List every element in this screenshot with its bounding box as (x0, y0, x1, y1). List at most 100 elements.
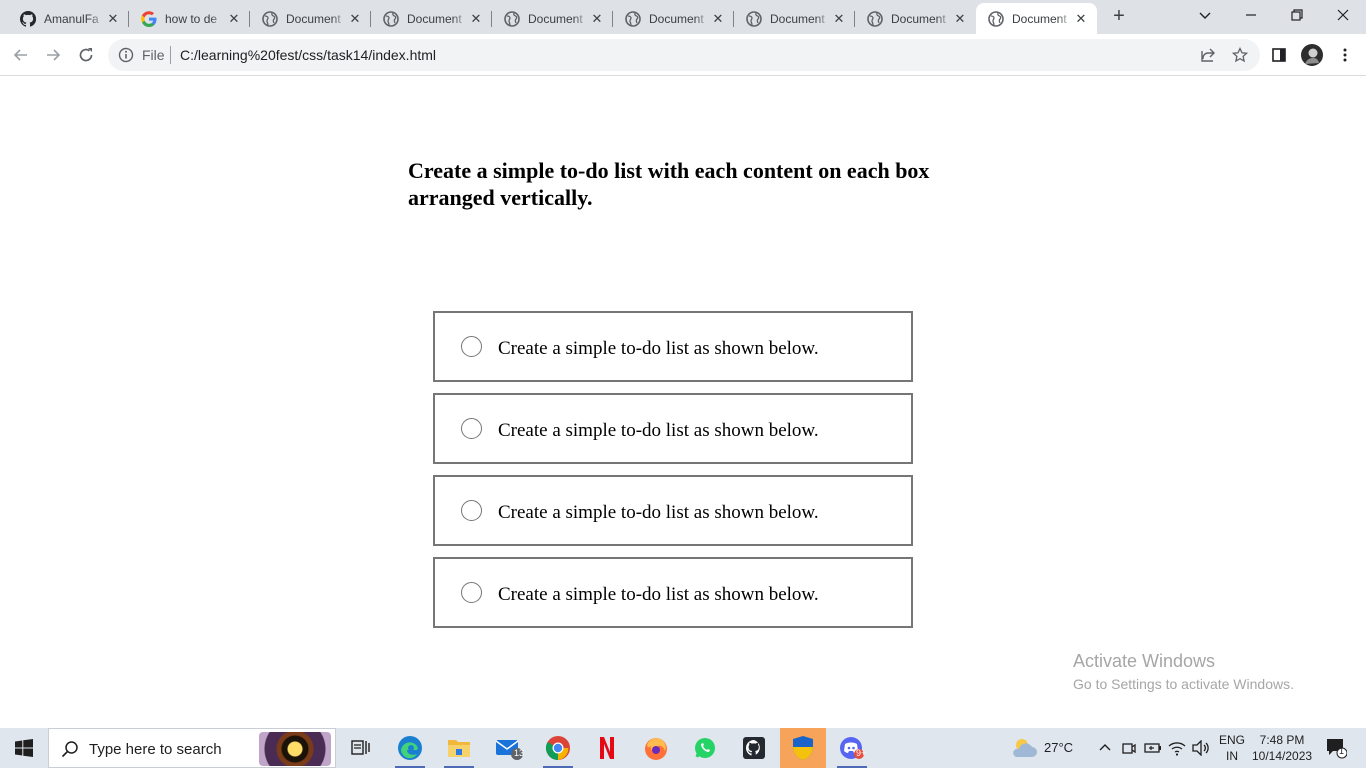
firefox-app[interactable] (633, 728, 679, 768)
reload-button[interactable] (74, 43, 98, 67)
avatar (1301, 44, 1323, 66)
mail-app[interactable]: 13 (486, 728, 532, 768)
edge-app[interactable] (387, 728, 433, 768)
whatsapp-icon (695, 738, 715, 758)
github-desktop-app[interactable] (731, 728, 777, 768)
netflix-app[interactable] (584, 728, 630, 768)
side-panel-button[interactable] (1267, 43, 1291, 67)
close-icon[interactable]: ✕ (105, 11, 121, 27)
bookmark-star-icon[interactable] (1232, 47, 1248, 63)
chevron-down-icon (1199, 12, 1211, 19)
todo-radio[interactable] (461, 418, 482, 439)
todo-item: Create a simple to-do list as shown belo… (433, 311, 913, 382)
todo-radio[interactable] (461, 500, 482, 521)
tab-title: how to de (165, 11, 218, 26)
notification-center-button[interactable]: 1 (1318, 728, 1354, 768)
address-bar[interactable]: File C:/learning%20fest/css/task14/index… (108, 39, 1260, 71)
tab-5[interactable]: Document ✕ (613, 3, 734, 34)
tab-title: Document (649, 11, 704, 26)
taskbar-search[interactable]: Type here to search (48, 728, 336, 768)
profile-button[interactable] (1300, 43, 1324, 67)
tab-7[interactable]: Document ✕ (855, 3, 976, 34)
close-window-button[interactable] (1320, 0, 1366, 30)
todo-label: Create a simple to-do list as shown belo… (498, 502, 819, 523)
clock[interactable]: 7:48 PM 10/14/2023 (1252, 732, 1312, 764)
close-icon[interactable]: ✕ (468, 11, 484, 27)
close-icon[interactable]: ✕ (347, 11, 363, 27)
forward-button[interactable] (41, 43, 65, 67)
globe-icon (988, 10, 1004, 27)
network-status[interactable] (1166, 728, 1188, 768)
google-icon (141, 10, 157, 27)
side-panel-icon (1272, 48, 1286, 62)
address-separator (170, 46, 171, 64)
restore-button[interactable] (1274, 0, 1320, 30)
tab-8-active[interactable]: Document ✕ (976, 3, 1097, 34)
weather-widget[interactable] (1006, 728, 1042, 768)
discord-badge: 9+ (856, 748, 867, 758)
info-icon[interactable] (118, 47, 134, 63)
start-button[interactable] (0, 728, 48, 768)
close-icon[interactable]: ✕ (831, 11, 847, 27)
tab-2[interactable]: Document ✕ (250, 3, 371, 34)
todo-radio[interactable] (461, 336, 482, 357)
tab-6[interactable]: Document ✕ (734, 3, 855, 34)
partly-cloudy-icon (1013, 739, 1037, 757)
file-explorer-app[interactable] (436, 728, 482, 768)
security-app-active[interactable] (780, 728, 826, 768)
close-icon[interactable]: ✕ (1073, 11, 1089, 27)
menu-button[interactable] (1333, 43, 1357, 67)
close-icon[interactable]: ✕ (226, 11, 242, 27)
globe-icon (504, 10, 520, 27)
volume-control[interactable] (1190, 728, 1212, 768)
share-icon[interactable] (1200, 47, 1216, 63)
battery-status[interactable] (1142, 728, 1164, 768)
close-icon[interactable]: ✕ (589, 11, 605, 27)
back-button[interactable] (9, 43, 33, 67)
reload-icon (79, 48, 93, 62)
new-tab-button[interactable]: + (1108, 6, 1130, 28)
minimize-button[interactable] (1228, 0, 1274, 30)
tab-title: Document (286, 11, 341, 26)
url-text[interactable]: C:/learning%20fest/css/task14/index.html (180, 47, 436, 63)
security-shield-icon (793, 736, 813, 760)
tab-strip: AmanulFa ✕ how to de ✕ Document ✕ Docume… (0, 0, 1366, 34)
show-hidden-icons-button[interactable] (1094, 728, 1116, 768)
chrome-app[interactable] (535, 728, 581, 768)
tab-1[interactable]: how to de ✕ (129, 3, 250, 34)
region-code: IN (1226, 749, 1238, 763)
discord-app[interactable]: 9+ (829, 728, 875, 768)
arrow-left-icon (13, 49, 27, 61)
close-icon[interactable]: ✕ (710, 11, 726, 27)
whatsapp-app[interactable] (682, 728, 728, 768)
browser-toolbar: File C:/learning%20fest/css/task14/index… (0, 34, 1366, 76)
weather-temperature[interactable]: 27°C (1044, 740, 1073, 755)
tab-title: Document (770, 11, 825, 26)
meet-now-button[interactable] (1118, 728, 1140, 768)
github-icon (20, 10, 36, 27)
netflix-icon (600, 737, 614, 759)
todo-item: Create a simple to-do list as shown belo… (433, 475, 913, 546)
close-icon (1337, 9, 1349, 21)
close-icon[interactable]: ✕ (952, 11, 968, 27)
todo-label: Create a simple to-do list as shown belo… (498, 338, 819, 359)
tab-3[interactable]: Document ✕ (371, 3, 492, 34)
watermark-title: Activate Windows (1073, 651, 1216, 671)
chevron-up-icon (1099, 744, 1111, 751)
todo-radio[interactable] (461, 582, 482, 603)
globe-icon (262, 10, 278, 27)
restore-icon (1291, 9, 1303, 21)
language-indicator[interactable]: ENG IN (1219, 732, 1245, 764)
task-view-button[interactable] (338, 728, 384, 768)
arrow-right-icon (47, 49, 61, 61)
tab-4[interactable]: Document ✕ (492, 3, 613, 34)
todo-item: Create a simple to-do list as shown belo… (433, 393, 913, 464)
search-icon (61, 741, 78, 758)
tab-title: Document (891, 11, 946, 26)
clock-time: 7:48 PM (1259, 733, 1305, 747)
tab-0[interactable]: AmanulFa ✕ (8, 3, 129, 34)
tab-search-button[interactable] (1182, 0, 1228, 30)
todo-label: Create a simple to-do list as shown belo… (498, 420, 819, 441)
tab-title: AmanulFa (44, 11, 99, 26)
tab-title: Document (528, 11, 583, 26)
